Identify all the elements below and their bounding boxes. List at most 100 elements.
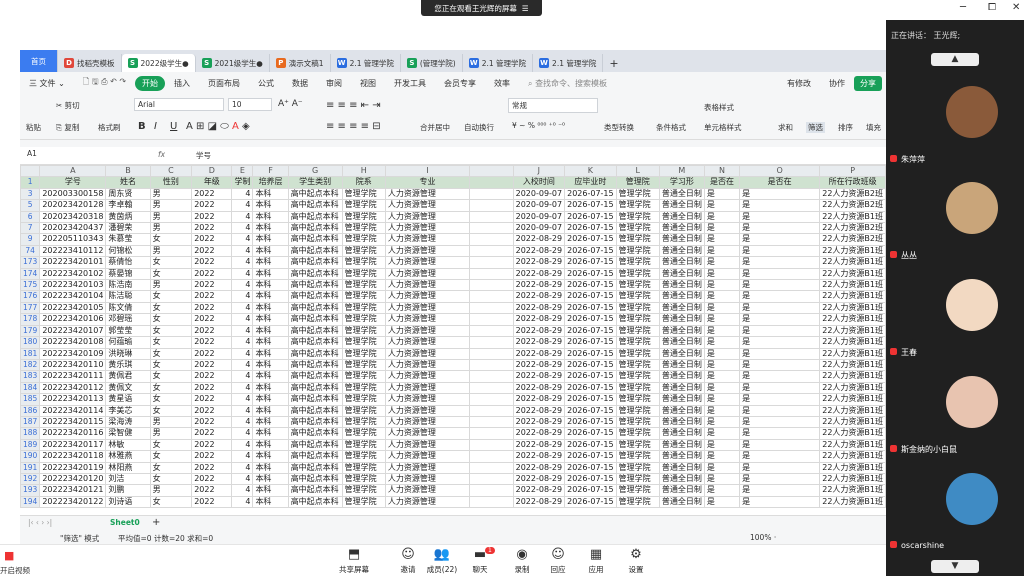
table-cell[interactable]: 管理学院 (341, 244, 386, 258)
column-header[interactable]: F (252, 165, 289, 178)
table-cell[interactable]: 22人力资源B1班 (819, 301, 886, 315)
header-cell[interactable]: 应毕业时 (564, 176, 617, 189)
scroll-down-button[interactable]: ▼ (931, 560, 979, 573)
table-cell[interactable]: 高中起点本科 (287, 347, 343, 360)
table-cell[interactable]: 管理学院 (615, 438, 660, 452)
table-cell[interactable]: 是 (739, 472, 821, 486)
collaborate-button[interactable]: 协作 (820, 78, 854, 89)
table-cell[interactable]: 刘诗语 (105, 495, 151, 509)
table-cell[interactable]: 22人力资源B1班 (819, 267, 886, 281)
table-cell[interactable]: 202223420116 (39, 427, 107, 440)
table-cell[interactable]: 是 (739, 484, 821, 497)
table-cell[interactable]: 人力资源管理 (384, 267, 471, 281)
table-cell[interactable]: 男 (149, 427, 193, 440)
row-number[interactable]: 192 (20, 472, 41, 486)
table-cell[interactable]: 黄乐琪 (105, 358, 151, 372)
table-cell[interactable]: 管理学院 (615, 381, 660, 395)
table-cell[interactable]: 管理学院 (615, 244, 660, 258)
table-cell[interactable]: 202223420108 (39, 336, 107, 349)
table-cell[interactable]: 是 (739, 461, 821, 474)
table-cell[interactable]: 22人力资源B1班 (819, 210, 886, 224)
header-cell[interactable]: 学生类别 (287, 176, 343, 189)
participant-avatar[interactable] (946, 86, 998, 138)
font-color-icons[interactable]: A ⊞ ◪ ⬭ A ◈ (186, 121, 250, 132)
table-cell[interactable]: 林阳燕 (105, 461, 151, 474)
table-cell[interactable]: 普通全日制 (658, 347, 705, 360)
table-cell[interactable]: 管理学院 (615, 290, 660, 303)
column-header[interactable]: N (703, 165, 741, 178)
table-cell[interactable]: 管理学院 (341, 324, 386, 338)
table-cell[interactable]: 是 (703, 484, 741, 497)
table-cell[interactable]: 是 (739, 450, 821, 463)
table-cell[interactable]: 22人力资源B1班 (819, 393, 886, 406)
header-cell[interactable]: 院系 (341, 176, 386, 189)
table-cell[interactable]: 是 (739, 427, 821, 440)
table-cell[interactable]: 202223420101 (39, 256, 107, 269)
table-cell[interactable]: 2022 (191, 358, 233, 372)
table-cell[interactable] (469, 450, 514, 463)
table-cell[interactable]: 22人力资源B1班 (819, 324, 886, 338)
table-cell[interactable] (469, 415, 514, 429)
column-header[interactable]: G (287, 165, 343, 178)
table-cell[interactable]: 高中起点本科 (287, 415, 343, 429)
table-cell[interactable]: 202023420128 (39, 199, 107, 212)
meeting-button-3[interactable]: ▬ 聊天 1 (462, 547, 498, 575)
table-cell[interactable]: 管理学院 (615, 347, 660, 360)
tab-4[interactable]: P 演示文稿1 (270, 54, 331, 72)
table-cell[interactable]: 4 (231, 210, 254, 224)
table-cell[interactable]: 普通全日制 (658, 290, 705, 303)
cell-reference-box[interactable]: A1 (24, 148, 122, 159)
table-cell[interactable]: 2022-08-29 (512, 393, 566, 406)
table-cell[interactable]: 普通全日制 (658, 233, 705, 246)
column-header[interactable] (469, 165, 514, 178)
table-cell[interactable]: 4 (231, 324, 254, 338)
table-cell[interactable]: 是 (703, 301, 741, 315)
table-cell[interactable]: 管理学院 (341, 461, 386, 474)
table-cell[interactable]: 高中起点本科 (287, 199, 343, 212)
table-cell[interactable]: 管理学院 (341, 404, 386, 417)
menu-page-layout[interactable]: 页面布局 (199, 78, 249, 89)
table-cell[interactable]: 22人力资源B1班 (819, 415, 886, 429)
filter-button[interactable]: 筛选 (806, 122, 825, 133)
table-cell[interactable]: 22人力资源B1班 (819, 244, 886, 258)
table-cell[interactable]: 是 (703, 256, 741, 269)
table-cell[interactable]: 管理学院 (615, 393, 660, 406)
row-number[interactable]: 194 (20, 495, 41, 509)
header-cell[interactable]: 姓名 (105, 176, 151, 189)
table-cell[interactable]: 202223420111 (39, 370, 107, 383)
table-cell[interactable]: 管理学院 (341, 415, 386, 429)
table-cell[interactable]: 2026-07-15 (564, 279, 617, 292)
table-cell[interactable]: 男 (149, 187, 193, 201)
row-number[interactable]: 190 (20, 450, 41, 463)
table-cell[interactable]: 4 (231, 256, 254, 269)
table-cell[interactable]: 22人力资源B2班 (819, 222, 886, 235)
table-cell[interactable]: 2022-08-29 (512, 495, 566, 509)
table-cell[interactable] (469, 199, 514, 212)
table-cell[interactable]: 管理学院 (341, 279, 386, 292)
table-cell[interactable] (469, 187, 514, 201)
table-cell[interactable]: 22人力资源B1班 (819, 427, 886, 440)
menu-insert[interactable]: 插入 (165, 78, 199, 89)
table-cell[interactable]: 高中起点本科 (287, 336, 343, 349)
table-cell[interactable]: 本科 (252, 187, 289, 201)
command-search[interactable]: ⌕ 查找命令、搜索模板 (519, 78, 616, 89)
menu-formula[interactable]: 公式 (249, 78, 283, 89)
table-cell[interactable]: 2022-08-29 (512, 427, 566, 440)
table-cell[interactable]: 人力资源管理 (384, 233, 471, 246)
table-cell[interactable]: 4 (231, 393, 254, 406)
table-cell[interactable]: 本科 (252, 336, 289, 349)
table-cell[interactable]: 人力资源管理 (384, 370, 471, 383)
table-cell[interactable]: 2022-08-29 (512, 472, 566, 486)
table-cell[interactable]: 男 (149, 210, 193, 224)
table-cell[interactable]: 是 (703, 279, 741, 292)
table-cell[interactable]: 202223420118 (39, 450, 107, 463)
table-cell[interactable]: 2022 (191, 427, 233, 440)
table-cell[interactable]: 女 (149, 267, 193, 281)
row-number[interactable]: 178 (20, 313, 41, 326)
table-cell[interactable]: 女 (149, 495, 193, 509)
table-cell[interactable]: 男 (149, 415, 193, 429)
table-cell[interactable]: 普通全日制 (658, 324, 705, 338)
table-cell[interactable]: 人力资源管理 (384, 381, 471, 395)
row-number[interactable]: 185 (20, 393, 41, 406)
table-cell[interactable]: 是 (739, 393, 821, 406)
